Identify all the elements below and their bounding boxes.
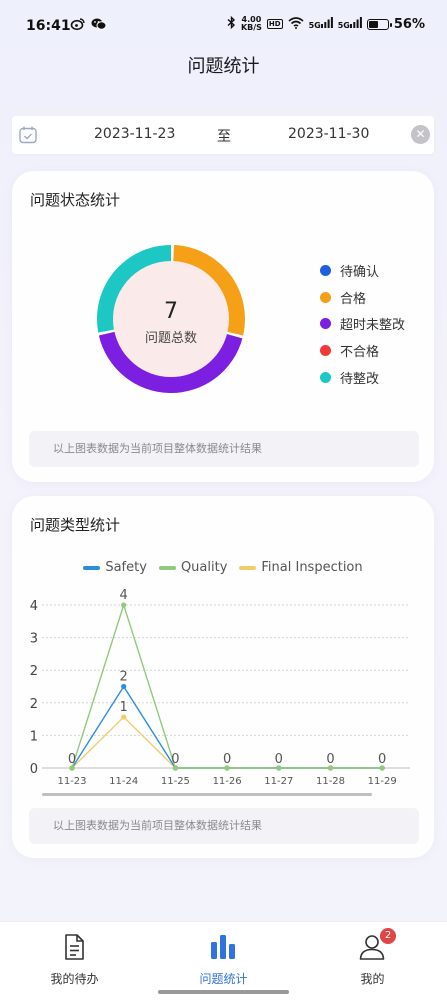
x-tick-label: 11-24 [109,776,138,787]
legend-label: 待整改 [340,371,380,387]
legend-item[interactable]: 待确认 [320,257,405,284]
y-tick-label: 3 [30,632,38,647]
net-speed: 4.00 KB/S [241,16,262,32]
data-label: 0 [68,752,76,767]
y-tick-label: 1 [30,729,38,744]
type-card-note: 以上图表数据为当前项目整体数据统计结果 [29,808,419,844]
data-label: 0 [378,752,386,767]
battery-fill [368,20,379,28]
tab-my-todo-label: 我的待办 [50,972,99,986]
x-tick-label: 11-26 [213,776,242,787]
legend-dot [320,344,331,356]
data-point[interactable] [121,602,127,608]
legend-label: 待确认 [340,264,380,280]
data-label: 0 [223,752,231,767]
date-separator: 至 [217,129,231,145]
series-line-Quality [71,602,383,769]
data-label: 0 [275,752,283,767]
legend-dot [320,264,331,276]
status-system-icons: 4.00 KB/S HD 5G 5G 56% [227,16,425,32]
status-bar: 16:41 4.00 KB/S HD 5G 5G 56% [0,0,447,50]
x-tick-label: 11-29 [368,776,397,787]
legend-item[interactable]: 不合格 [320,337,405,364]
status-card-note: 以上图表数据为当前项目整体数据统计结果 [29,431,419,467]
type-line-chart: 0 1 2 2 3 4 11-23 11-24 11-25 11-26 11-27 11-28 11-2… [30,588,410,787]
data-label: 2 [120,670,128,685]
y-tick-label: 2 [30,664,38,679]
x-tick-label: 11-25 [161,776,190,787]
status-notification-icons [70,17,107,35]
date-start[interactable]: 2023-11-23 [94,126,175,142]
hd-badge: HD [266,19,283,29]
x-tick-label: 11-27 [264,776,293,787]
chart-scrollbar[interactable] [42,793,372,796]
tab-mine[interactable]: 2 我的 [298,922,447,1000]
bar-chart-icon [208,932,238,962]
bottom-tabbar: 我的待办 问题统计 2 我的 [0,921,447,1000]
y-tick-label: 2 [30,697,38,712]
signal-icon-2: 5G [338,17,362,31]
data-point[interactable] [121,683,127,690]
page-title: 问题统计 [187,56,260,77]
legend-label: 合格 [340,291,367,307]
data-label: 0 [326,752,334,767]
legend-dot [320,371,331,383]
document-icon [59,932,89,962]
weibo-icon [70,17,85,35]
status-card-title: 问题状态统计 [30,191,121,209]
y-tick-label: 4 [30,599,38,614]
tab-my-todo[interactable]: 我的待办 [0,922,149,1000]
status-time: 16:41 [26,18,71,34]
type-stats-card: 问题类型统计 Safety Quality Final Inspection 012… [12,496,434,858]
home-indicator [158,990,289,994]
date-end[interactable]: 2023-11-30 [288,126,369,142]
net-speed-unit: KB/S [240,23,262,32]
date-range-picker[interactable]: 2023-11-23 至 2023-11-30 ✕ [12,116,434,154]
notification-badge: 2 [380,928,396,944]
data-label: 1 [120,700,128,715]
clear-icon[interactable]: ✕ [411,125,430,144]
data-point[interactable] [121,714,127,720]
legend-item[interactable]: 合格 [320,284,405,311]
data-label: 0 [171,752,179,767]
y-tick-label: 0 [30,762,38,777]
status-legend: 待确认合格超时未整改不合格待整改 [320,257,405,390]
tab-issue-stats-label: 问题统计 [199,972,248,986]
data-label: 4 [120,588,128,603]
calendar-icon [18,125,38,145]
battery-icon [366,18,392,30]
wifi-icon [288,16,304,32]
total-count: 7 [164,299,178,324]
total-count-label: 问题总数 [144,331,197,346]
legend-item[interactable]: 超时未整改 [320,310,405,337]
signal-2-label: 5G [337,21,350,30]
wechat-icon [91,17,107,35]
tab-issue-stats[interactable]: 问题统计 [149,922,298,1000]
x-tick-label: 11-23 [57,776,86,787]
legend-label: 不合格 [340,344,380,360]
legend-item[interactable]: 待整改 [320,364,405,391]
signal-icon-1: 5G [309,17,333,31]
legend-label: 超时未整改 [340,318,406,334]
tab-mine-label: 我的 [360,972,385,986]
legend-dot [320,291,331,303]
battery-text: 56% [393,16,425,32]
bluetooth-icon [227,15,236,32]
signal-1-label: 5G [308,21,321,30]
legend-dot [320,318,331,330]
x-tick-label: 11-28 [316,776,345,787]
status-stats-card: 问题状态统计 7 问题总数 待确认合格超时未整改不合格待整改 以上图表数据为当前… [12,171,434,482]
